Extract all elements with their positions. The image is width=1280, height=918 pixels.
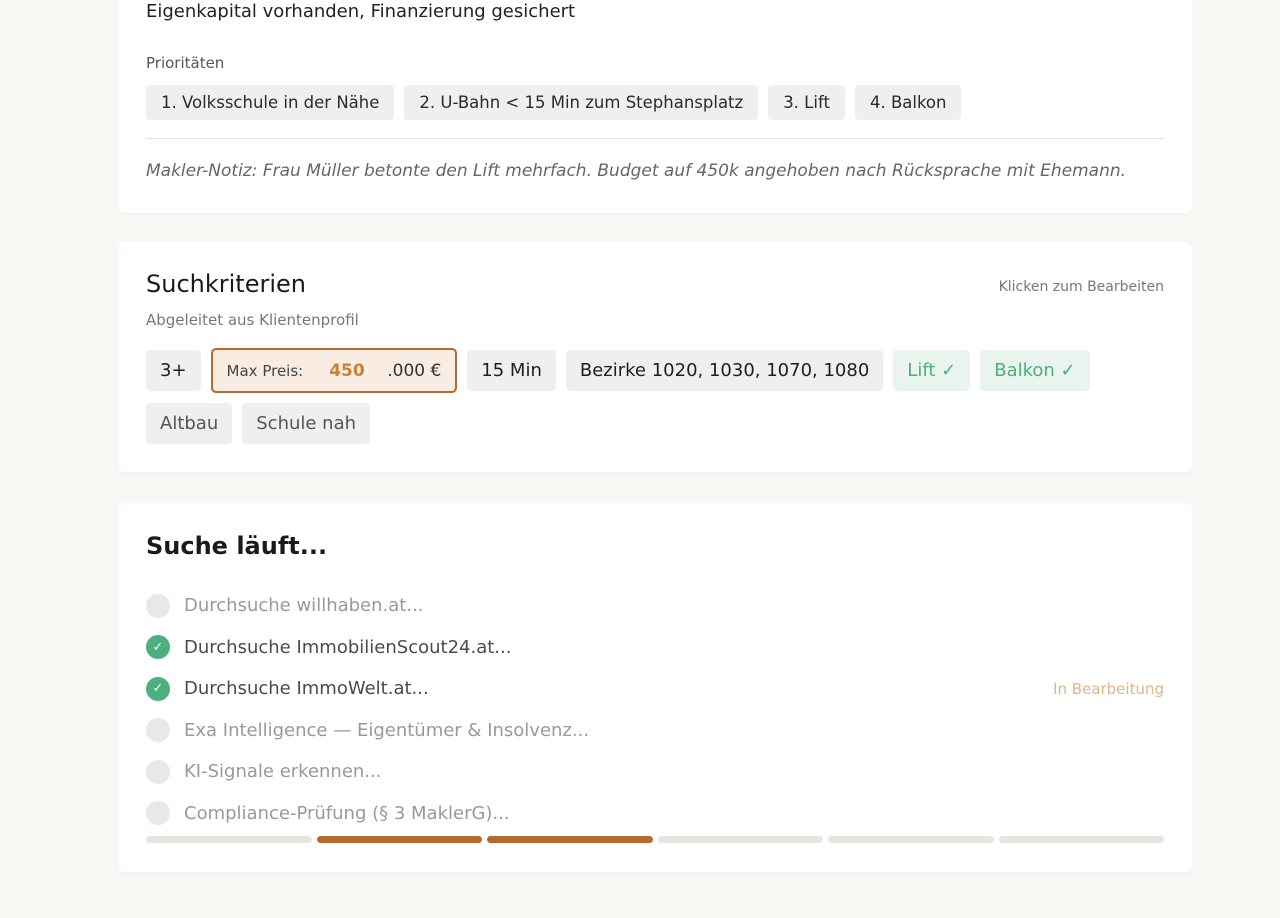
- search-step-label: Durchsuche ImmoWelt.at...: [184, 678, 429, 700]
- criteria-chips: 3+ Max Preis: .000 € 15 Min Bezirke 1020…: [146, 348, 1166, 444]
- progress-segment: [828, 836, 994, 843]
- pending-circle-icon: [146, 593, 170, 618]
- check-circle-icon: ✓: [146, 676, 170, 701]
- search-criteria-card[interactable]: Suchkriterien Klicken zum Bearbeiten Abg…: [118, 242, 1192, 472]
- priority-chip: 4. Balkon: [854, 85, 962, 120]
- pending-circle-icon: [146, 718, 170, 743]
- progress-segment: [487, 836, 653, 843]
- max-price-label: Max Preis:: [226, 361, 304, 380]
- search-step: KI-Signale erkennen...: [146, 751, 1164, 793]
- max-price-chip[interactable]: Max Preis: .000 €: [210, 348, 458, 393]
- commute-chip[interactable]: 15 Min: [467, 350, 556, 391]
- client-profile-card: Eigenkapital vorhanden, Finanzierung ges…: [118, 0, 1192, 213]
- divider: [146, 138, 1164, 139]
- progress-bar: [146, 836, 1164, 843]
- search-step: Compliance-Prüfung (§ 3 MaklerG)...: [146, 793, 1164, 835]
- pending-circle-icon: [146, 759, 170, 784]
- balcony-chip[interactable]: Balkon ✓: [980, 350, 1090, 391]
- rooms-chip[interactable]: 3+: [146, 350, 201, 391]
- broker-note: Makler-Notiz: Frau Müller betonte den Li…: [146, 161, 1127, 181]
- search-step: ✓ Durchsuche ImmobilienScout24.at...: [146, 627, 1164, 669]
- priority-chip: 1. Volksschule in der Nähe: [146, 85, 395, 120]
- progress-segment: [657, 836, 823, 843]
- max-price-input[interactable]: [329, 360, 388, 381]
- priorities-label: Prioritäten: [146, 54, 225, 72]
- priorities-list: 1. Volksschule in der Nähe 2. U-Bahn < 1…: [146, 85, 962, 120]
- check-circle-icon: ✓: [146, 635, 170, 660]
- altbau-chip[interactable]: Altbau: [146, 403, 233, 444]
- progress-segment: [316, 836, 482, 843]
- search-step-label: KI-Signale erkennen...: [184, 761, 382, 783]
- finance-status: Eigenkapital vorhanden, Finanzierung ges…: [146, 1, 576, 22]
- districts-chip[interactable]: Bezirke 1020, 1030, 1070, 1080: [565, 350, 884, 391]
- search-step-label: Compliance-Prüfung (§ 3 MaklerG)...: [184, 802, 510, 824]
- search-step-label: Exa Intelligence — Eigentümer & Insolven…: [184, 719, 590, 741]
- progress-segment: [998, 836, 1164, 843]
- edit-hint: Klicken zum Bearbeiten: [998, 279, 1164, 295]
- criteria-title: Suchkriterien: [146, 270, 306, 298]
- search-step: Durchsuche willhaben.at...: [146, 585, 1164, 627]
- lift-chip[interactable]: Lift ✓: [893, 350, 971, 391]
- search-step: ✓ Durchsuche ImmoWelt.at... In Bearbeitung: [146, 668, 1164, 710]
- search-step: Exa Intelligence — Eigentümer & Insolven…: [146, 710, 1164, 752]
- progress-segment: [146, 836, 312, 843]
- search-step-label: Durchsuche ImmobilienScout24.at...: [184, 636, 512, 658]
- priority-chip: 3. Lift: [768, 85, 845, 120]
- criteria-subtitle: Abgeleitet aus Klientenprofil: [146, 311, 359, 329]
- step-status: In Bearbeitung: [1053, 679, 1164, 698]
- max-price-suffix: .000 €: [387, 360, 442, 381]
- search-step-label: Durchsuche willhaben.at...: [184, 595, 424, 617]
- search-steps: Durchsuche willhaben.at... ✓ Durchsuche Im…: [146, 585, 1164, 834]
- pending-circle-icon: [146, 801, 170, 826]
- school-chip[interactable]: Schule nah: [242, 403, 371, 444]
- search-title: Suche läuft...: [146, 532, 328, 560]
- priority-chip: 2. U-Bahn < 15 Min zum Stephansplatz: [404, 85, 759, 120]
- search-progress-card: Suche läuft... Durchsuche willhaben.at..…: [118, 503, 1192, 872]
